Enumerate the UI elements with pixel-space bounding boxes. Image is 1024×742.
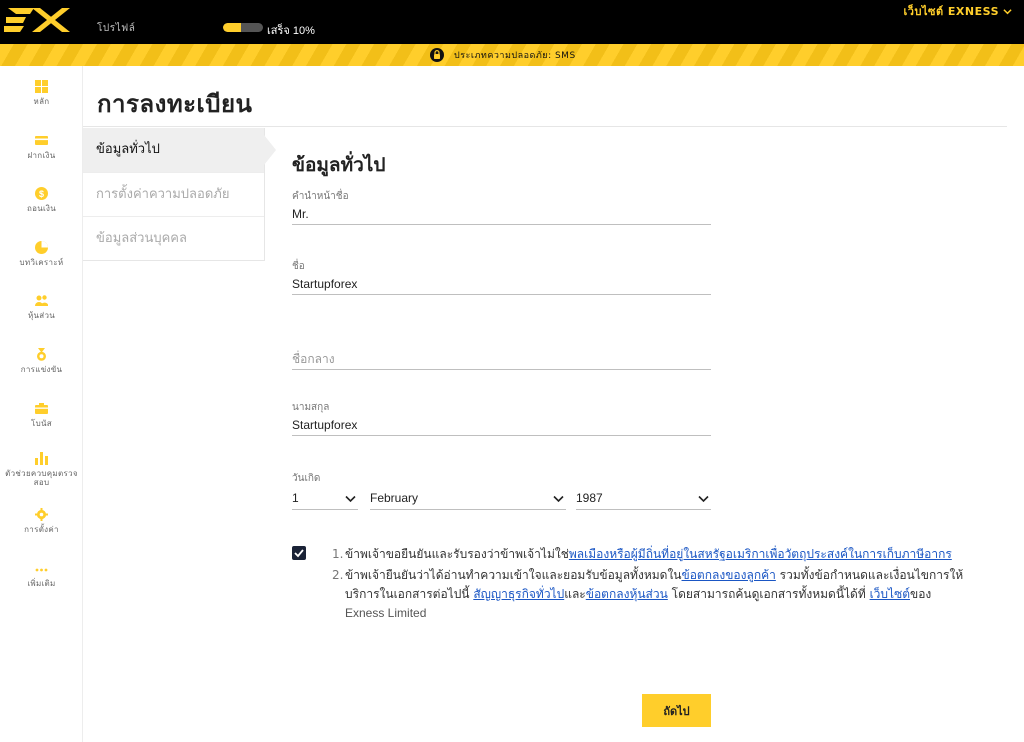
chevron-down-icon	[698, 495, 709, 503]
website-menu[interactable]: เว็บไซต์ EXNESS	[904, 2, 1012, 20]
birth-date-label: วันเกิด	[292, 473, 321, 484]
sidebar-item-withdraw[interactable]: $ ถอนเงิน	[0, 187, 83, 213]
term-text: ของ	[910, 587, 932, 601]
sidebar-item-label: ถอนเงิน	[26, 204, 57, 213]
card-icon	[35, 136, 48, 145]
company-name: Exness Limited	[345, 606, 427, 620]
title-input[interactable]	[292, 204, 711, 225]
grid-icon	[35, 80, 48, 93]
section-title: ข้อมูลทั่วไป	[292, 154, 386, 176]
gear-icon	[35, 508, 48, 521]
sidebar-item-label: หลัก	[33, 97, 50, 106]
profile-progress-bar	[223, 23, 263, 32]
bar-chart-icon	[35, 452, 48, 465]
last-name-field: นามสกุล	[292, 400, 711, 436]
sidebar-item-settings[interactable]: การตั้งค่า	[0, 508, 83, 534]
page-title: การลงทะเบียน	[97, 90, 253, 118]
sidebar-item-deposit[interactable]: ฝากเงิน	[0, 134, 83, 160]
title-field: คำนำหน้าชื่อ	[292, 189, 711, 225]
birth-day-select[interactable]: 1	[292, 488, 358, 510]
profile-progress-text: เสร็จ 10%	[267, 25, 315, 37]
profile-progress-fill	[223, 23, 241, 32]
title-field-label: คำนำหน้าชื่อ	[292, 191, 349, 202]
lock-icon	[430, 48, 444, 62]
step-security-settings[interactable]: การตั้งค่าความปลอดภัย	[83, 172, 264, 216]
exness-logo[interactable]	[4, 2, 72, 38]
term-text: โดยสามารถค้นดูเอกสารทั้งหมดนี้ได้ที่	[667, 587, 870, 601]
sidebar-item-label: เพิ่มเติม	[27, 579, 56, 588]
more-icon	[35, 568, 48, 572]
coin-icon: $	[35, 187, 48, 200]
terms-list: 1. ข้าพเจ้าขอยืนยันและรับรองว่าข้าพเจ้าไม…	[332, 545, 972, 623]
website-menu-label: เว็บไซต์ EXNESS	[903, 5, 999, 18]
us-tax-residency-link[interactable]: พลเมืองหรือผู้มีถิ่นที่อยู่ในสหรัฐอเมริก…	[569, 547, 952, 561]
pie-chart-icon	[35, 241, 48, 254]
chevron-down-icon	[1003, 8, 1012, 14]
sidebar-item-label: หุ้นส่วน	[27, 311, 56, 320]
last-name-input[interactable]	[292, 415, 711, 436]
checkmark-icon	[294, 549, 304, 558]
sidebar-item-label: ฝากเงิน	[27, 151, 56, 160]
sidebar-item-analytics[interactable]: บทวิเคราะห์	[0, 241, 83, 267]
title-divider	[83, 126, 1007, 127]
svg-text:$: $	[39, 189, 44, 199]
registration-steps: ข้อมูลทั่วไป การตั้งค่าความปลอดภัย ข้อมู…	[83, 128, 276, 261]
security-type-text: ประเภทความปลอดภัย: SMS	[454, 51, 576, 61]
first-name-field: ชื่อ	[292, 259, 711, 295]
next-button[interactable]: ถัดไป	[642, 694, 711, 727]
term-item-1: 1. ข้าพเจ้าขอยืนยันและรับรองว่าข้าพเจ้าไม…	[332, 545, 972, 564]
term-text: ข้าพเจ้าขอยืนยันและรับรองว่าข้าพเจ้าไม่ใ…	[345, 547, 569, 561]
website-link[interactable]: เว็บไซต์	[870, 587, 910, 601]
partners-icon	[35, 295, 48, 306]
general-business-terms-link[interactable]: สัญญาธุรกิจทั่วไป	[473, 587, 564, 601]
term-item-2: 2. ข้าพเจ้ายืนยันว่าได้อ่านทำความเข้าใจแล…	[332, 566, 972, 623]
sidebar-item-label: การตั้งค่า	[24, 525, 59, 534]
sidebar-item-label: โบนัส	[31, 419, 52, 428]
middle-name-input[interactable]	[292, 349, 711, 370]
profile-link[interactable]: โปรไฟล์	[97, 21, 135, 36]
medal-icon	[37, 348, 46, 361]
step-general-info[interactable]: ข้อมูลทั่วไป	[83, 128, 276, 172]
top-bar: โปรไฟล์ เสร็จ 10% เว็บไซต์ EXNESS	[0, 0, 1024, 44]
chevron-down-icon	[345, 495, 356, 503]
term-text: ข้าพเจ้ายืนยันว่าได้อ่านทำความเข้าใจและย…	[345, 568, 682, 582]
birth-year-select[interactable]: 1987	[576, 488, 711, 510]
sidebar-item-bonus[interactable]: โบนัส	[0, 402, 83, 428]
security-bar: ประเภทความปลอดภัย: SMS	[0, 44, 1024, 66]
term-text: และ	[564, 587, 586, 601]
sidebar-item-label: การแข่งขัน	[20, 365, 63, 374]
sidebar-item-label: บทวิเคราะห์	[19, 258, 64, 267]
sidebar-item-main[interactable]: หลัก	[0, 80, 83, 106]
birth-date-selects: 1 February 1987	[292, 488, 711, 510]
birth-month-value: February	[370, 491, 419, 505]
chevron-down-icon	[553, 495, 564, 503]
sidebar-item-contests[interactable]: การแข่งขัน	[0, 348, 83, 374]
sidebar: หลัก ฝากเงิน $ ถอนเงิน บทวิเคราะห์ หุ้นส…	[0, 66, 83, 742]
first-name-input[interactable]	[292, 274, 711, 295]
first-name-label: ชื่อ	[292, 261, 305, 272]
step-personal-info[interactable]: ข้อมูลส่วนบุคคล	[83, 216, 264, 260]
sidebar-item-partners[interactable]: หุ้นส่วน	[0, 294, 83, 320]
birth-month-select[interactable]: February	[370, 488, 566, 510]
middle-name-field	[292, 348, 711, 370]
sidebar-item-more[interactable]: เพิ่มเติม	[0, 562, 83, 588]
birth-day-value: 1	[292, 491, 299, 505]
client-agreement-link[interactable]: ข้อตกลงของลูกค้า	[682, 568, 776, 582]
gift-icon	[35, 403, 48, 414]
birth-year-value: 1987	[576, 491, 603, 505]
last-name-label: นามสกุล	[292, 402, 330, 413]
partnership-agreement-link[interactable]: ข้อตกลงหุ้นส่วน	[586, 587, 668, 601]
term-number: 1.	[332, 547, 344, 561]
term-number: 2.	[332, 568, 344, 582]
terms-checkbox[interactable]	[292, 546, 306, 560]
sidebar-item-label: ตัวช่วยควบคุมตรวจสอบ	[5, 469, 78, 487]
sidebar-item-monitoring[interactable]: ตัวช่วยควบคุมตรวจสอบ	[0, 452, 83, 487]
